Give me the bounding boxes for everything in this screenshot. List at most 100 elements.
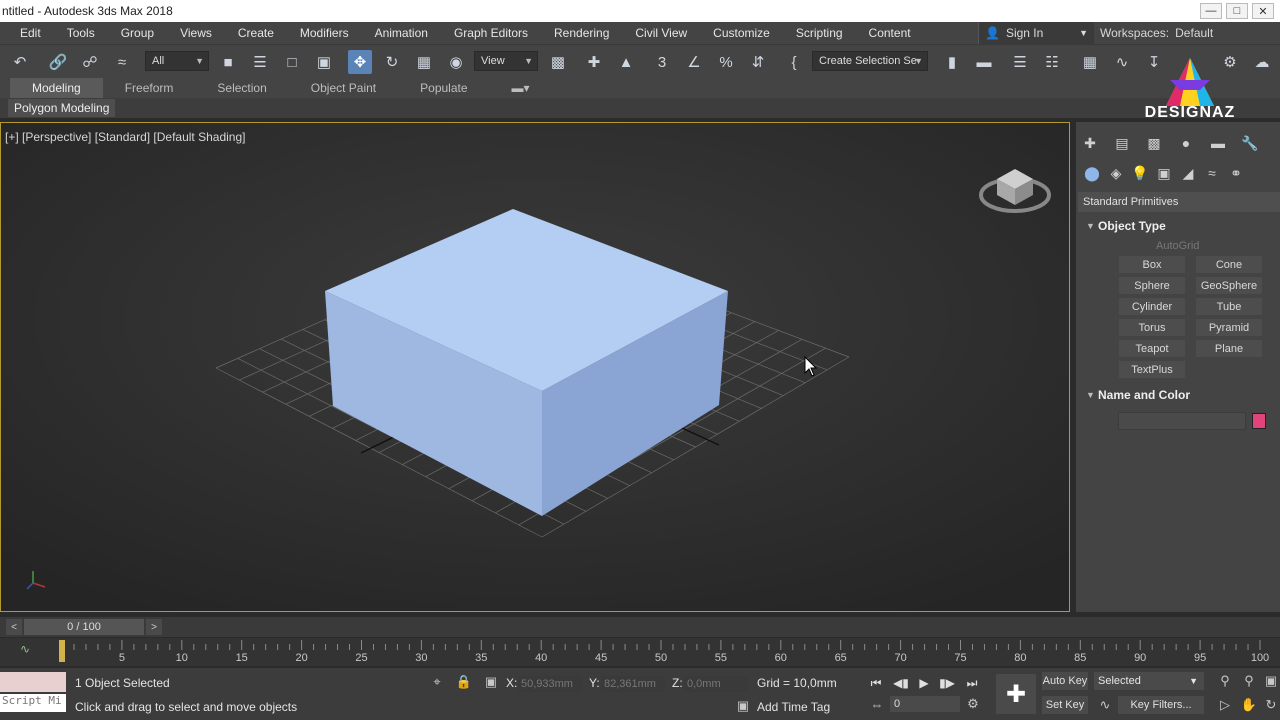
menu-modifiers[interactable]: Modifiers xyxy=(287,26,362,40)
menu-views[interactable]: Views xyxy=(167,26,225,40)
select-move-icon[interactable]: ✥ xyxy=(348,50,372,74)
maxscript-output[interactable] xyxy=(0,672,66,692)
torus-button[interactable]: Torus xyxy=(1119,319,1185,336)
box-button[interactable]: Box xyxy=(1119,256,1185,273)
edit-named-selection-icon[interactable]: { xyxy=(782,50,806,74)
textplus-button[interactable]: TextPlus xyxy=(1119,361,1185,378)
menu-animation[interactable]: Animation xyxy=(362,26,441,40)
toggle-ribbon-icon[interactable]: ▦ xyxy=(1078,50,1102,74)
select-object-icon[interactable]: ■ xyxy=(216,50,240,74)
auto-key-button[interactable]: Auto Key xyxy=(1042,672,1088,690)
menu-rendering[interactable]: Rendering xyxy=(541,26,622,40)
viewport-label[interactable]: [+] [Perspective] [Standard] [Default Sh… xyxy=(5,130,245,144)
time-tag-icon[interactable]: ▣ xyxy=(734,697,752,715)
primitive-category-dropdown[interactable]: Standard Primitives xyxy=(1078,192,1280,212)
layer-explorer-icon[interactable]: ☷ xyxy=(1040,50,1064,74)
scene-explorer-icon[interactable]: ☰ xyxy=(1008,50,1032,74)
display-panel-icon[interactable]: ▬ xyxy=(1206,132,1230,154)
x-coordinate-field[interactable]: 50,933mm xyxy=(518,676,582,692)
menu-civil-view[interactable]: Civil View xyxy=(622,26,700,40)
shapes-icon[interactable]: ◈ xyxy=(1104,162,1128,184)
bind-spacewarp-icon[interactable]: ≈ xyxy=(110,50,134,74)
name-and-color-rollout[interactable]: ▼ Name and Color xyxy=(1078,383,1280,407)
next-frame-icon[interactable]: ▮▶ xyxy=(937,674,957,692)
tab-modeling[interactable]: Modeling xyxy=(0,78,103,98)
set-key-button[interactable]: Set Key xyxy=(1042,696,1088,714)
utilities-panel-icon[interactable]: 🔧 xyxy=(1238,132,1262,154)
maximize-button[interactable]: □ xyxy=(1226,3,1248,19)
zoom-all-icon[interactable]: ⚲ xyxy=(1240,672,1258,690)
time-slider-next[interactable]: > xyxy=(146,619,162,635)
unlink-icon[interactable]: ☍ xyxy=(78,50,102,74)
select-scale-icon[interactable]: ▦ xyxy=(412,50,436,74)
reference-coordinate-dropdown[interactable]: View ▼ xyxy=(474,51,538,71)
hierarchy-panel-icon[interactable]: ▩ xyxy=(1142,132,1166,154)
lock-selection-icon[interactable]: 🔒 xyxy=(455,673,473,691)
orbit-icon[interactable]: ↻ xyxy=(1262,696,1280,714)
go-to-end-icon[interactable]: ⏭ xyxy=(962,674,982,692)
sign-in-button[interactable]: 👤 Sign In ▼ xyxy=(978,22,1094,44)
render-frame-icon[interactable]: ☁ xyxy=(1250,50,1274,74)
selection-filter-dropdown[interactable]: All ▼ xyxy=(145,51,209,71)
isolate-selection-icon[interactable]: ⌖ xyxy=(428,673,446,691)
tab-populate[interactable]: Populate xyxy=(398,78,489,98)
workspace-selector[interactable]: Workspaces: Default xyxy=(1100,22,1213,44)
angle-snap-icon[interactable]: ∠ xyxy=(682,50,706,74)
menu-scripting[interactable]: Scripting xyxy=(783,26,856,40)
close-button[interactable]: ✕ xyxy=(1252,3,1274,19)
manipulate-icon[interactable]: ✚ xyxy=(582,50,606,74)
select-by-name-icon[interactable]: ☰ xyxy=(248,50,272,74)
key-set-dropdown[interactable]: Selected ▼ xyxy=(1094,672,1204,690)
pivot-center-icon[interactable]: ▩ xyxy=(546,50,570,74)
time-slider-frame[interactable]: 0 / 100 xyxy=(24,619,144,635)
space-warps-icon[interactable]: ≈ xyxy=(1200,162,1224,184)
play-icon[interactable]: ▶ xyxy=(914,674,934,692)
plane-button[interactable]: Plane xyxy=(1196,340,1262,357)
perspective-viewport[interactable]: [+] [Perspective] [Standard] [Default Sh… xyxy=(0,122,1070,612)
go-to-start-icon[interactable]: ⏮ xyxy=(866,674,886,692)
maxscript-listener[interactable]: Script Mi xyxy=(0,672,66,718)
percent-snap-icon[interactable]: % xyxy=(714,50,738,74)
cameras-icon[interactable]: ▣ xyxy=(1152,162,1176,184)
menu-edit[interactable]: Edit xyxy=(0,26,54,40)
menu-group[interactable]: Group xyxy=(108,26,167,40)
geosphere-button[interactable]: GeoSphere xyxy=(1196,277,1262,294)
object-type-rollout[interactable]: ▼ Object Type xyxy=(1078,214,1280,238)
y-coordinate-field[interactable]: 82,361mm xyxy=(601,676,665,692)
menu-create[interactable]: Create xyxy=(225,26,287,40)
time-slider[interactable]: < 0 / 100 > xyxy=(0,617,1280,637)
undo-icon[interactable]: ↶ xyxy=(8,50,32,74)
polygon-modeling-label[interactable]: Polygon Modeling xyxy=(8,99,116,117)
minimize-button[interactable]: — xyxy=(1200,3,1222,19)
current-frame-field[interactable]: 0 xyxy=(890,696,960,712)
sphere-button[interactable]: Sphere xyxy=(1119,277,1185,294)
pyramid-button[interactable]: Pyramid xyxy=(1196,319,1262,336)
add-time-tag[interactable]: Add Time Tag xyxy=(757,700,830,714)
link-icon[interactable]: 🔗 xyxy=(46,50,70,74)
object-color-swatch[interactable] xyxy=(1252,413,1266,429)
align-icon[interactable]: ▬ xyxy=(972,50,996,74)
field-of-view-icon[interactable]: ▷ xyxy=(1216,696,1234,714)
mirror-icon[interactable]: ▮ xyxy=(940,50,964,74)
ribbon-options-icon[interactable]: ▬▾ xyxy=(490,78,552,98)
lights-icon[interactable]: 💡 xyxy=(1128,162,1152,184)
snaps-toggle-icon[interactable]: 3 xyxy=(650,50,674,74)
time-slider-prev[interactable]: < xyxy=(6,619,22,635)
keyboard-shortcut-icon[interactable]: ▲ xyxy=(614,50,638,74)
default-tangents-icon[interactable]: ∿ xyxy=(1096,696,1114,714)
menu-customize[interactable]: Customize xyxy=(700,26,783,40)
zoom-icon[interactable]: ⚲ xyxy=(1216,672,1234,690)
previous-frame-icon[interactable]: ◀▮ xyxy=(891,674,911,692)
modify-panel-icon[interactable]: ▤ xyxy=(1110,132,1134,154)
tab-freeform[interactable]: Freeform xyxy=(103,78,196,98)
object-name-field[interactable] xyxy=(1118,412,1246,430)
window-crossing-icon[interactable]: ▣ xyxy=(312,50,336,74)
teapot-button[interactable]: Teapot xyxy=(1119,340,1185,357)
maximize-viewport-icon[interactable]: ▣ xyxy=(1262,672,1280,690)
selection-region-icon[interactable]: □ xyxy=(280,50,304,74)
cylinder-button[interactable]: Cylinder xyxy=(1119,298,1185,315)
tab-object-paint[interactable]: Object Paint xyxy=(289,78,398,98)
track-bar[interactable]: ∿ 5 10 15 20 25 30 35 40 45 50 55 60 65 70 75 80 85 90 95 1… xyxy=(0,638,1280,666)
key-filters-button[interactable]: Key Filters... xyxy=(1118,696,1204,714)
autogrid-checkbox[interactable]: AutoGrid xyxy=(1156,240,1199,252)
